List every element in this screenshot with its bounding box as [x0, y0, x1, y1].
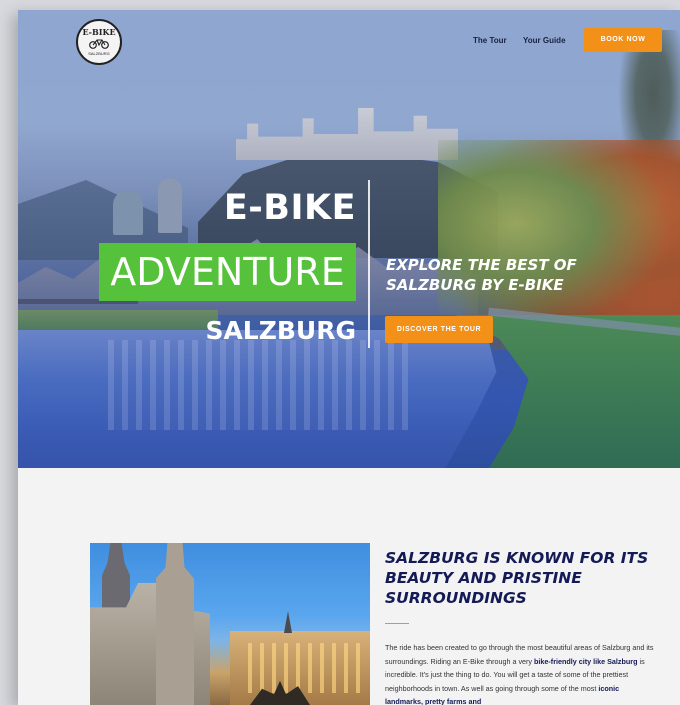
hero-tagline: EXPLORE THE BEST OF SALZBURG BY E-BIKE	[386, 256, 577, 294]
photo-bell-tower	[156, 543, 194, 705]
nav-link-your-guide[interactable]: Your Guide	[523, 36, 566, 45]
hero-divider	[368, 180, 370, 348]
intro-heading: SALZBURG IS KNOWN FOR ITS BEAUTY AND PRI…	[385, 549, 649, 607]
logo-title: E-BIKE	[82, 27, 116, 37]
hero-title-salzburg: SALZBURG	[205, 316, 356, 345]
intro-accent-line	[385, 623, 409, 624]
hero-background-dome	[113, 190, 143, 235]
salzburg-cathedral-photo	[90, 543, 370, 705]
hero-title-adventure: ADVENTURE	[99, 243, 356, 301]
nav-link-the-tour[interactable]: The Tour	[473, 36, 507, 45]
site-logo[interactable]: E-BIKE SALZBURG	[76, 19, 122, 65]
intro-highlight: bike-friendly city like Salzburg	[534, 656, 638, 666]
book-now-button[interactable]: BOOK NOW	[584, 28, 662, 52]
hero-background-fortress	[236, 108, 458, 160]
landing-page: E-BIKE SALZBURG The Tour Your Guide BOOK…	[18, 10, 680, 705]
photo-spire	[284, 611, 292, 633]
discover-the-tour-button[interactable]: DISCOVER THE TOUR	[385, 316, 493, 343]
bicycle-icon	[78, 37, 120, 51]
logo-subtitle: SALZBURG	[88, 51, 110, 56]
intro-paragraph: The ride has been created to go through …	[385, 641, 655, 705]
photo-lit-windows	[240, 643, 360, 693]
hero-background-reflection	[108, 340, 408, 430]
hero-background-tower	[158, 178, 182, 233]
hero-section: E-BIKE SALZBURG The Tour Your Guide BOOK…	[18, 10, 680, 468]
hero-title-ebike: E-BIKE	[223, 188, 356, 228]
